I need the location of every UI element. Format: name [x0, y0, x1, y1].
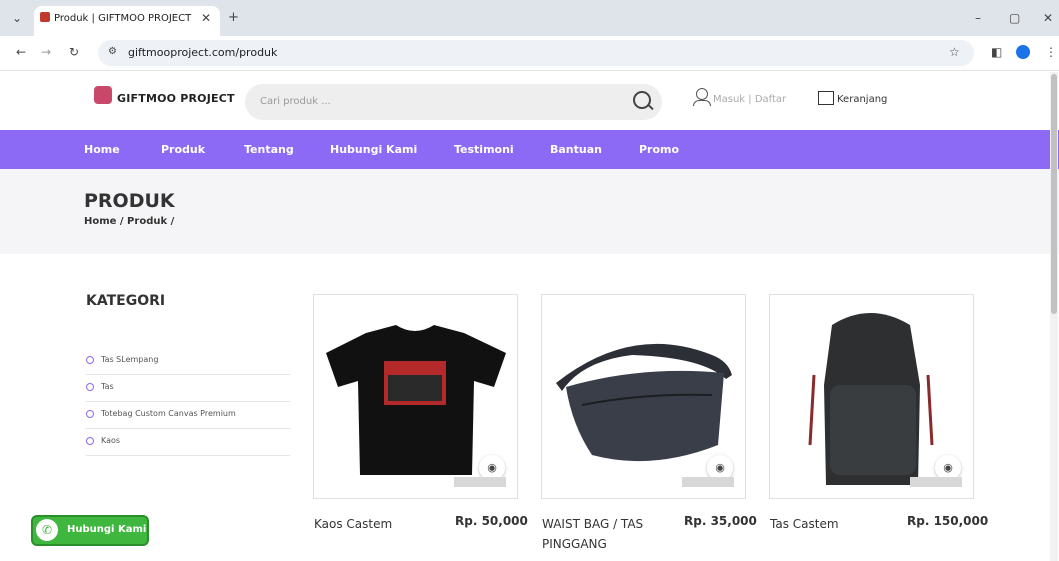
scrollbar-thumb[interactable] [1051, 74, 1057, 314]
category-label[interactable]: Tas SLempang [101, 355, 158, 364]
product-price: Rp. 35,000 [684, 514, 757, 528]
product-name[interactable]: Kaos Castem [314, 514, 444, 534]
product-name[interactable]: Tas Castem [770, 514, 900, 534]
close-window-icon[interactable]: ✕ [1043, 12, 1053, 24]
forward-icon[interactable]: → [41, 46, 51, 58]
product-card[interactable]: ◉ [541, 294, 746, 499]
bullet-circle-icon [86, 383, 94, 391]
product-card[interactable]: ◉ [769, 294, 974, 499]
main-nav [0, 130, 1059, 169]
close-tab-icon[interactable]: ✕ [201, 12, 211, 24]
product-card[interactable]: ◉ [313, 294, 518, 499]
logo-text[interactable]: GIFTMOO PROJECT [117, 92, 235, 105]
tab-list-chevron-icon[interactable]: ⌄ [12, 12, 22, 24]
search-placeholder: Cari produk ... [260, 96, 331, 107]
cart-bag-icon[interactable] [818, 91, 834, 105]
tab-title: Produk | GIFTMOO PROJECT [54, 13, 192, 24]
favicon-icon [40, 12, 50, 22]
nav-promo[interactable]: Promo [639, 143, 679, 156]
category-item[interactable]: Totebag Custom Canvas Premium [86, 402, 290, 429]
breadcrumb[interactable]: Home / Produk / [84, 216, 174, 227]
whatsapp-icon: ✆ [36, 519, 58, 541]
profile-avatar[interactable] [1016, 45, 1030, 59]
category-label[interactable]: Kaos [101, 436, 120, 445]
user-icon[interactable] [696, 88, 708, 100]
nav-tentang[interactable]: Tentang [244, 143, 294, 156]
back-icon[interactable]: ← [16, 46, 26, 58]
category-item[interactable]: Tas [86, 375, 290, 402]
reload-icon[interactable]: ↻ [69, 46, 79, 58]
nav-produk[interactable]: Produk [161, 143, 205, 156]
login-register-link[interactable]: Masuk | Daftar [713, 94, 786, 105]
category-label[interactable]: Totebag Custom Canvas Premium [101, 409, 236, 418]
bullet-circle-icon [86, 356, 94, 364]
restore-icon[interactable]: ▢ [1009, 12, 1020, 24]
product-ribbon [682, 477, 734, 487]
site-info-icon[interactable]: ⚙ [108, 47, 117, 57]
bullet-circle-icon [86, 410, 94, 418]
nav-hubungi-kami[interactable]: Hubungi Kami [330, 143, 417, 156]
nav-testimoni[interactable]: Testimoni [454, 143, 514, 156]
product-ribbon [910, 477, 962, 487]
user-icon-body [693, 100, 711, 106]
nav-home[interactable]: Home [84, 143, 120, 156]
bookmark-star-icon[interactable]: ☆ [949, 46, 960, 58]
minimize-icon[interactable]: – [975, 12, 981, 24]
logo-icon[interactable] [94, 86, 112, 104]
category-item[interactable]: Kaos [86, 429, 290, 456]
category-label[interactable]: Tas [101, 382, 114, 391]
product-name[interactable]: WAIST BAG / TAS PINGGANG [542, 514, 672, 554]
side-panel-icon[interactable]: ◧ [991, 46, 1002, 58]
category-item[interactable]: Tas SLempang [86, 348, 290, 375]
address-url[interactable]: giftmooproject.com/produk [128, 46, 277, 59]
new-tab-icon[interactable]: + [228, 11, 239, 24]
nav-bantuan[interactable]: Bantuan [550, 143, 602, 156]
menu-kebab-icon[interactable]: ⋮ [1045, 46, 1057, 58]
product-price: Rp. 50,000 [455, 514, 528, 528]
cart-link[interactable]: Keranjang [837, 94, 887, 105]
category-title: KATEGORI [86, 293, 166, 309]
product-price: Rp. 150,000 [907, 514, 989, 528]
whatsapp-label[interactable]: Hubungi Kami [67, 524, 146, 535]
bullet-circle-icon [86, 437, 94, 445]
product-ribbon [454, 477, 506, 487]
page-title: PRODUK [84, 190, 175, 212]
